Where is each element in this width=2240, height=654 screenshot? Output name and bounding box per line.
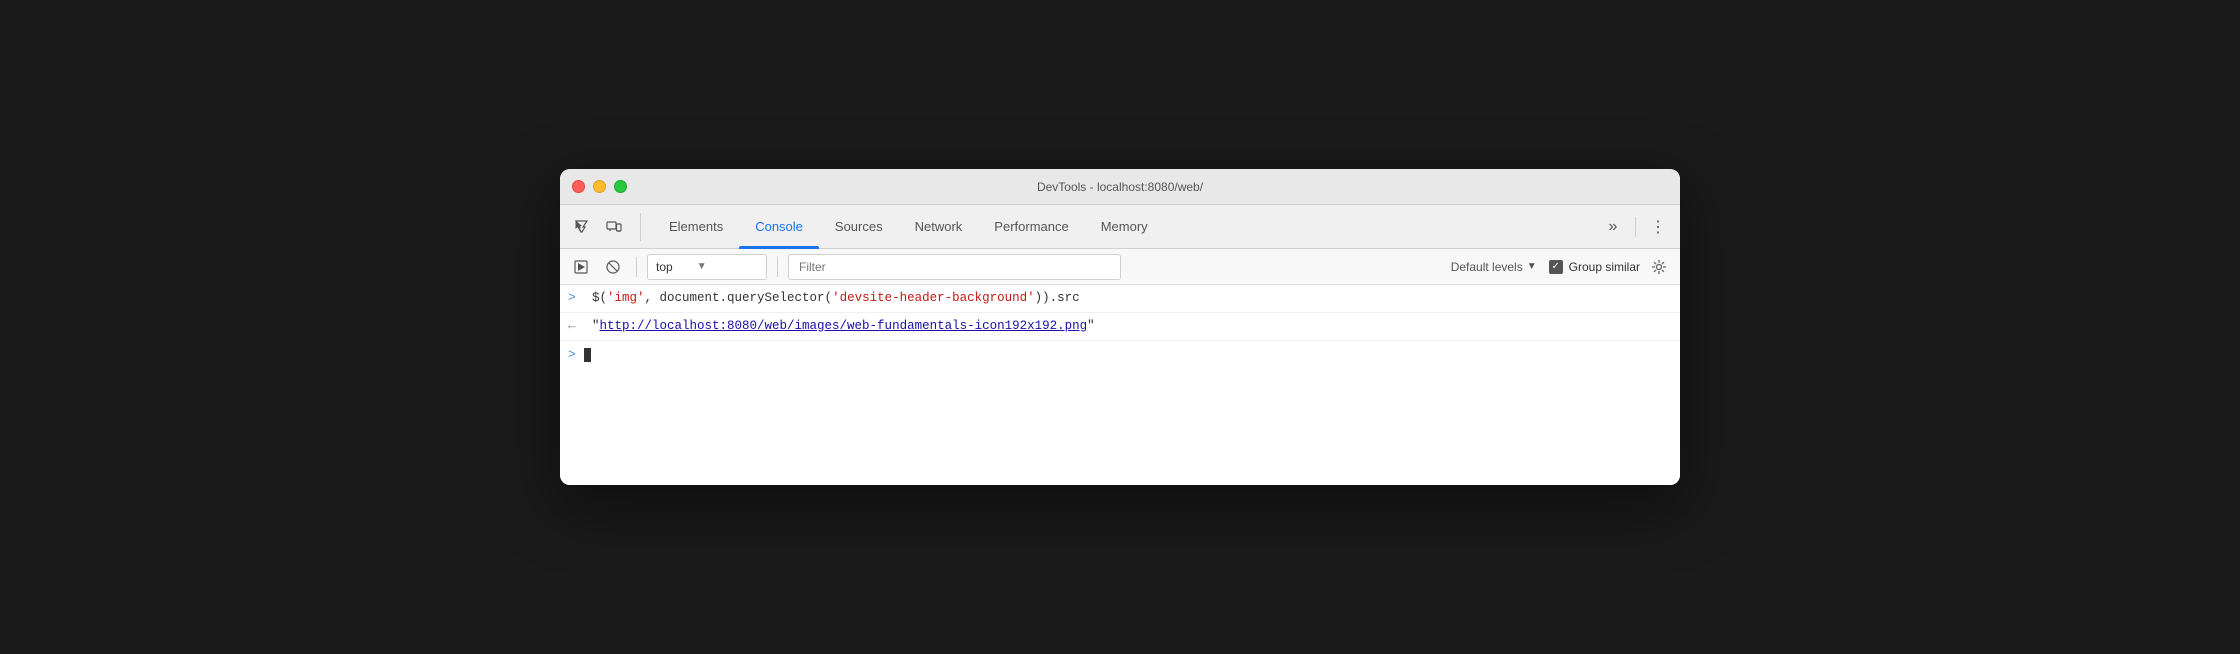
window-title: DevTools - localhost:8080/web/	[1037, 180, 1203, 194]
tab-divider	[1635, 217, 1636, 237]
code-part-5: )).src	[1035, 291, 1080, 305]
traffic-lights	[572, 180, 627, 193]
quote-close: "	[1087, 319, 1095, 333]
console-toolbar: top ▼ Default levels ▼ ✓ Group similar	[560, 249, 1680, 285]
tabs: Elements Console Sources Network Perform…	[653, 205, 1599, 249]
console-output-link[interactable]: http://localhost:8080/web/images/web-fun…	[600, 319, 1088, 333]
console-input-row[interactable]: >	[560, 341, 1680, 369]
console-body: > $('img', document.querySelector('devsi…	[560, 285, 1680, 485]
code-part-2: 'img'	[607, 291, 645, 305]
inspect-element-button[interactable]	[568, 213, 596, 241]
default-levels-button[interactable]: Default levels ▼	[1445, 258, 1543, 276]
console-prompt-output: ←	[568, 317, 584, 333]
console-text-input: $('img', document.querySelector('devsite…	[592, 289, 1672, 308]
tab-bar-right: » ⋮	[1599, 213, 1672, 241]
clear-console-button[interactable]	[600, 254, 626, 280]
more-tabs-button[interactable]: »	[1599, 213, 1627, 241]
tab-memory[interactable]: Memory	[1085, 205, 1164, 249]
title-bar: DevTools - localhost:8080/web/	[560, 169, 1680, 205]
tab-performance[interactable]: Performance	[978, 205, 1084, 249]
tab-network[interactable]: Network	[899, 205, 979, 249]
console-entry-output: ← "http://localhost:8080/web/images/web-…	[560, 313, 1680, 341]
code-part-4: 'devsite-header-background'	[832, 291, 1035, 305]
toolbar-divider-1	[636, 257, 637, 277]
tab-console[interactable]: Console	[739, 205, 819, 249]
tab-sources[interactable]: Sources	[819, 205, 899, 249]
tab-icons	[568, 213, 641, 241]
toolbar-divider-2	[777, 257, 778, 277]
code-part-1: $(	[592, 291, 607, 305]
console-entry-input: > $('img', document.querySelector('devsi…	[560, 285, 1680, 313]
close-button[interactable]	[572, 180, 585, 193]
filter-input[interactable]	[788, 254, 1121, 280]
device-toolbar-button[interactable]	[600, 213, 628, 241]
maximize-button[interactable]	[614, 180, 627, 193]
quote-open: "	[592, 319, 600, 333]
devtools-window: DevTools - localhost:8080/web/	[560, 169, 1680, 485]
context-selector[interactable]: top ▼	[647, 254, 767, 280]
execute-context-button[interactable]	[568, 254, 594, 280]
code-part-3: , document.querySelector(	[645, 291, 833, 305]
settings-button[interactable]	[1646, 254, 1672, 280]
tab-elements[interactable]: Elements	[653, 205, 739, 249]
console-input-prompt: >	[568, 347, 576, 362]
console-cursor	[584, 348, 591, 362]
minimize-button[interactable]	[593, 180, 606, 193]
console-text-output: "http://localhost:8080/web/images/web-fu…	[592, 317, 1672, 336]
group-similar-checkbox[interactable]: ✓	[1549, 260, 1563, 274]
console-prompt-input: >	[568, 289, 584, 305]
tab-bar: Elements Console Sources Network Perform…	[560, 205, 1680, 249]
devtools-menu-button[interactable]: ⋮	[1644, 213, 1672, 241]
group-similar-toggle[interactable]: ✓ Group similar	[1549, 260, 1640, 274]
